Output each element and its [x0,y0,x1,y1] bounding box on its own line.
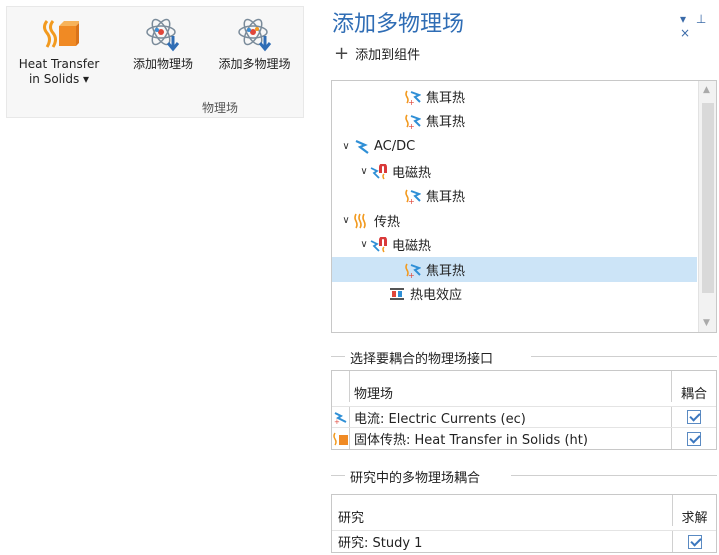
thermoelectric-icon [388,286,406,302]
expand-chevron-icon[interactable]: ∨ [358,239,370,250]
tree-item[interactable]: + 焦耳热 [332,84,465,109]
tree-item-label: 热电效应 [410,288,463,303]
tree-item[interactable]: ∨ AC/DC [332,134,415,159]
joule-heating-icon: + [404,113,422,129]
electromagnetic-heating-icon [370,163,388,180]
heat-transfer-icon [352,213,370,229]
tree-item[interactable]: ∨ 电磁热 [332,159,431,184]
svg-text:+: + [334,418,340,424]
add-multiphysics-button[interactable]: 添加多物理场 [207,11,302,72]
tree-item-label: 焦耳热 [426,190,466,205]
tree-item[interactable]: ∨ 电磁热 [332,232,431,257]
tree-item-label: 传热 [374,215,401,230]
electric-currents-icon: + [332,407,350,427]
svg-text:+: + [408,197,415,204]
add-multiphysics-icon [207,11,302,57]
table-row[interactable]: + 电流: Electric Currents (ec) [332,407,716,428]
tree-item-label: 焦耳热 [426,264,466,279]
heat-transfer-solids-icon [332,428,350,449]
add-to-component-label: 添加到组件 [355,48,421,63]
heat-transfer-in-solids-button[interactable]: Heat Transfer in Solids ▾ [9,11,109,87]
study-section-title: 研究中的多物理场耦合 [347,467,484,486]
joule-heating-icon: + [404,89,422,105]
ribbon-group-label: 物理场 [202,101,239,115]
study-section-header: 研究中的多物理场耦合 [331,467,717,486]
add-multiphysics-label: 添加多物理场 [218,57,291,71]
joule-heating-icon: + [404,188,422,204]
tree-item[interactable]: ∨ 传热 [332,208,400,233]
table-row[interactable]: 固体传热: Heat Transfer in Solids (ht) [332,428,716,449]
col-physics-header: 物理场 [350,371,672,402]
tree-item-label: 电磁热 [392,166,432,181]
col-couple-header: 耦合 [680,387,707,402]
expand-chevron-icon[interactable]: ∨ [358,166,370,177]
tree-item-label: 焦耳热 [426,91,466,106]
col-solve-header: 求解 [672,495,716,526]
heat-transfer-button-label-line1: Heat Transfer [18,57,100,71]
heat-transfer-button-label-line2: in Solids ▾ [28,72,90,86]
physics-ribbon-group: Heat Transfer in Solids ▾ 添加物理场 添加多物理场 物… [6,6,304,118]
tree-item-label: 焦耳热 [426,115,466,130]
multiphysics-tree[interactable]: + 焦耳热 + 焦耳热 ∨ AC/DC ∨ 电磁热 + 焦耳热 ∨ 传热 ∨ 电磁热 + 焦耳热热电效应 ▲ … [331,80,717,333]
tree-item[interactable]: + 焦耳热 [332,257,697,282]
coupling-section-title: 选择要耦合的物理场接口 [347,348,497,367]
add-to-component-button[interactable]: + 添加到组件 [334,44,420,63]
study-table: 研究 求解 研究: Study 1 [331,494,717,553]
expand-chevron-icon[interactable]: ∨ [340,141,352,152]
scrollbar-thumb[interactable] [702,103,714,293]
add-physics-button[interactable]: 添加物理场 [122,11,204,72]
acdc-icon [352,139,370,155]
study-row-name: 研究: Study 1 [338,536,423,551]
coupling-section-header: 选择要耦合的物理场接口 [331,348,717,367]
panel-title: 添加多物理场 [332,12,465,37]
scroll-up-arrow-icon[interactable]: ▲ [703,85,710,95]
panel-window-controls[interactable]: ▾ ⊥ × [680,12,719,40]
coupling-table-header: 物理场 耦合 [332,371,716,407]
coupling-table: 物理场 耦合 + 电流: Electric Currents (ec) 固体传热… [331,370,717,450]
tree-item-label: 电磁热 [392,239,432,254]
expand-chevron-icon[interactable]: ∨ [340,215,352,226]
tree-item[interactable]: + 焦耳热 [332,183,465,208]
svg-text:+: + [408,271,415,278]
heat-transfer-solids-icon [9,11,109,57]
svg-text:+: + [408,122,415,129]
study-table-header: 研究 求解 [332,495,716,531]
tree-item-label: AC/DC [374,139,416,154]
joule-heating-icon: + [404,262,422,278]
svg-text:+: + [408,98,415,105]
plus-icon: + [334,42,350,64]
add-physics-icon [122,11,204,57]
add-physics-label: 添加物理场 [132,57,193,71]
table-row[interactable]: 研究: Study 1 [332,531,716,552]
tree-item[interactable]: 热电效应 [332,281,462,306]
couple-checkbox[interactable] [687,410,701,424]
solve-checkbox[interactable] [687,534,702,549]
col-study-header: 研究 [338,511,365,526]
coupling-row-name: 固体传热: Heat Transfer in Solids (ht) [350,428,672,449]
coupling-row-name: 电流: Electric Currents (ec) [350,407,672,427]
scroll-down-arrow-icon[interactable]: ▼ [703,318,710,328]
couple-checkbox[interactable] [687,431,701,446]
tree-item[interactable]: + 焦耳热 [332,108,465,133]
electromagnetic-heating-icon [370,236,388,253]
tree-scrollbar[interactable]: ▲ ▼ [698,81,716,332]
